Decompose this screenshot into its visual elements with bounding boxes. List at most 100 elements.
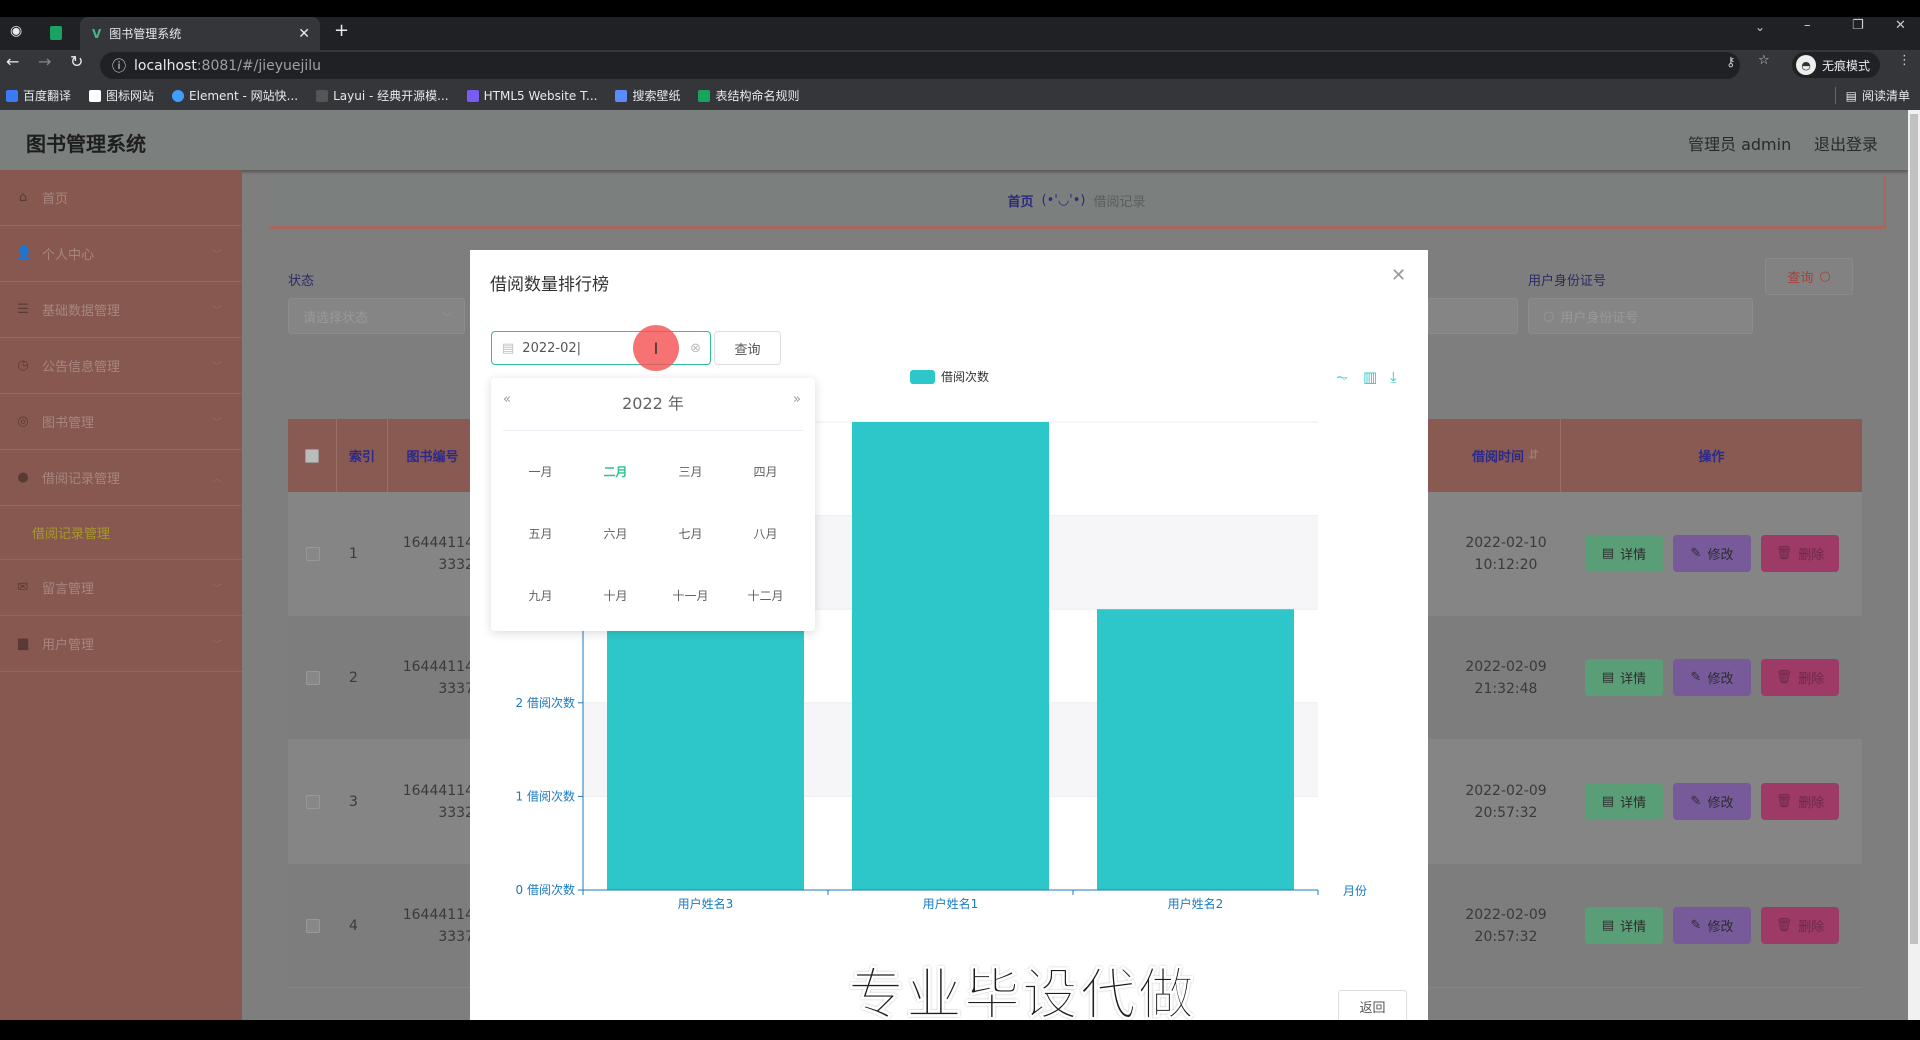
delete-label: 删除 [1798, 796, 1825, 811]
bookmarks-bar: 百度翻译 图标网站 Element - 网站快... Layui - 经典开源模… [0, 81, 1920, 110]
restore-icon[interactable]: ❐ [1852, 18, 1864, 33]
month-grid: 一月 二月 三月 四月五月 六月 七月 八月九月 十月 十一月 十二月 [503, 440, 803, 626]
edit-button[interactable]: ✎ 修改 [1673, 535, 1751, 572]
sidebar-item-messages[interactable]: ✉ 留言管理 ﹀ [0, 560, 242, 616]
browser-tab[interactable]: V 图书管理系统 ✕ [80, 17, 320, 50]
picker-year[interactable]: 2022 年 [491, 390, 815, 414]
trash-icon: 🗑 [1775, 918, 1793, 933]
month-cell[interactable]: 七月 [653, 502, 728, 564]
row-book-no: 16444114 3337 [388, 616, 478, 740]
delete-button[interactable]: 🗑 删除 [1761, 907, 1839, 944]
bookmark[interactable]: 搜索壁纸 [615, 87, 680, 104]
sheets-icon[interactable] [50, 26, 62, 40]
edit-button[interactable]: ✎ 修改 [1673, 907, 1751, 944]
bookmark[interactable]: Layui - 经典开源模... [316, 87, 449, 104]
sidebar-item-users[interactable]: ▆ 用户管理 ﹀ [0, 616, 242, 672]
month-cell[interactable]: 二月 [578, 440, 653, 502]
header-borrow-time[interactable]: 借阅时间 ⇵ [1451, 419, 1561, 492]
location-icon: ● [17, 470, 29, 485]
sidebar-subitem-borrow-records[interactable]: 借阅记录管理 [0, 506, 242, 560]
sidebar-item-base-data[interactable]: ☰ 基础数据管理 ﹀ [0, 282, 242, 338]
menu-icon[interactable]: ⋮ [1898, 53, 1911, 68]
edit-button[interactable]: ✎ 修改 [1673, 783, 1751, 820]
bookmark-label: 百度翻译 [23, 89, 72, 103]
new-tab-icon[interactable]: + [334, 20, 349, 41]
month-cell[interactable]: 六月 [578, 502, 653, 564]
detail-button[interactable]: ▤ 详情 [1585, 535, 1663, 572]
month-cell[interactable]: 一月 [503, 440, 578, 502]
detail-button[interactable]: ▤ 详情 [1585, 659, 1663, 696]
minimize-icon[interactable]: – [1804, 18, 1811, 33]
reading-list[interactable]: ▤ 阅读清单 [1834, 87, 1910, 104]
y-tick-label: 0 借阅次数 [516, 882, 575, 897]
url-host: localhost [134, 57, 197, 74]
breadcrumb-home[interactable]: 首页 [1007, 191, 1033, 210]
forward-icon[interactable]: → [38, 52, 51, 71]
borrow-date: 2022-02-09 [1465, 659, 1547, 675]
breadcrumb-separator: (•'◡'•) [1041, 193, 1086, 208]
borrow-date: 2022-02-09 [1465, 783, 1547, 799]
tab-search-icon[interactable]: ⌄ [1755, 20, 1765, 34]
edit-button[interactable]: ✎ 修改 [1673, 659, 1751, 696]
document-icon: ▤ [1601, 918, 1615, 933]
filter-input[interactable] [1428, 298, 1518, 334]
delete-button[interactable]: 🗑 删除 [1761, 783, 1839, 820]
month-cell[interactable]: 十一月 [653, 564, 728, 626]
query-button[interactable]: 查询 ○ [1765, 258, 1853, 295]
edit-icon: ✎ [1690, 670, 1702, 685]
status-select[interactable]: 请选择状态 ﹀ [288, 298, 465, 334]
ranking-dialog: 借阅数量排行榜 ✕ ▤ 2022-02 | ⊗ I 查询 借阅次数 ⏦ ▥ ⤓ 0… [470, 250, 1428, 1029]
detail-button[interactable]: ▤ 详情 [1585, 783, 1663, 820]
month-cell[interactable]: 八月 [728, 502, 803, 564]
borrow-clock: 20:57:32 [1474, 805, 1538, 821]
x-tick-label: 用户姓名3 [678, 896, 734, 911]
row-checkbox[interactable] [305, 671, 320, 685]
sidebar-item-notices[interactable]: ◷ 公告信息管理 ﹀ [0, 338, 242, 394]
row-borrow-time: 2022-02-09 21:32:48 [1451, 616, 1561, 740]
bookmark[interactable]: 图标网站 [89, 87, 154, 104]
month-cell[interactable]: 三月 [653, 440, 728, 502]
bookmark-label: Element - 网站快... [189, 89, 299, 103]
scrollbar-thumb[interactable] [1910, 114, 1918, 944]
bookmark[interactable]: 百度翻译 [6, 87, 71, 104]
delete-button[interactable]: 🗑 删除 [1761, 535, 1839, 572]
reload-icon[interactable]: ↻ [70, 52, 83, 71]
screen-top-bar [0, 0, 1920, 17]
close-window-icon[interactable]: ✕ [1895, 18, 1906, 33]
sidebar-item-books[interactable]: ◎ 图书管理 ﹀ [0, 394, 242, 450]
borrow-clock: 10:12:20 [1474, 557, 1538, 573]
next-year-icon[interactable]: » [793, 392, 801, 407]
sort-icon[interactable]: ⇵ [1528, 448, 1539, 463]
detail-label: 详情 [1620, 548, 1647, 563]
bookmark[interactable]: HTML5 Website T... [466, 89, 597, 103]
address-bar[interactable]: ⓘ localhost:8081/#/jieyuejilu [100, 52, 1740, 79]
row-index: 1 [349, 546, 358, 562]
id-card-input[interactable]: ○ 用户身份证号 [1528, 298, 1753, 334]
breadcrumb: 首页 (•'◡'•) 借阅记录 [269, 175, 1886, 229]
detail-button[interactable]: ▤ 详情 [1585, 907, 1663, 944]
bookmark[interactable]: Element - 网站快... [172, 87, 298, 104]
select-all-checkbox[interactable] [305, 448, 319, 463]
sidebar-item-home[interactable]: ⌂ 首页 [0, 170, 242, 226]
incognito-badge[interactable]: ◓ 无痕模式 [1792, 52, 1881, 78]
logout-link[interactable]: 退出登录 [1814, 131, 1878, 155]
page-scrollbar[interactable] [1908, 110, 1920, 1020]
detail-label: 详情 [1620, 920, 1647, 935]
month-cell[interactable]: 四月 [728, 440, 803, 502]
sidebar-item-borrow-records[interactable]: ● 借阅记录管理 ︿ [0, 450, 242, 506]
month-cell[interactable]: 十二月 [728, 564, 803, 626]
back-icon[interactable]: ← [6, 52, 19, 71]
row-checkbox[interactable] [305, 795, 320, 809]
key-icon[interactable]: ⚷ [1726, 55, 1736, 70]
close-tab-icon[interactable]: ✕ [298, 26, 310, 42]
row-checkbox[interactable] [305, 919, 320, 933]
month-cell[interactable]: 九月 [503, 564, 578, 626]
sidebar-item-profile[interactable]: 👤 个人中心 ﹀ [0, 226, 242, 282]
bookmark[interactable]: 表结构命名规则 [698, 87, 799, 104]
row-checkbox[interactable] [305, 547, 320, 561]
back-button[interactable]: 返回 [1338, 990, 1407, 1022]
star-icon[interactable]: ☆ [1758, 53, 1770, 68]
delete-button[interactable]: 🗑 删除 [1761, 659, 1839, 696]
month-cell[interactable]: 十月 [578, 564, 653, 626]
month-cell[interactable]: 五月 [503, 502, 578, 564]
